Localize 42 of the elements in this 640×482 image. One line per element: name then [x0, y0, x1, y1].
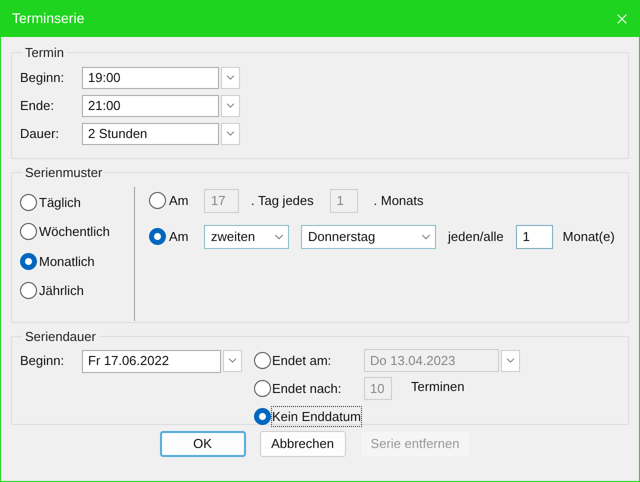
group-title: Serienmuster	[24, 164, 104, 182]
field-label: Ende:	[20, 96, 55, 115]
combo-box[interactable]: Donnerstag	[301, 224, 436, 248]
combo-field[interactable]: 19:00	[82, 66, 219, 88]
field-label: Beginn:	[20, 352, 66, 370]
combo-field[interactable]: 2 Stunden	[82, 122, 219, 144]
dialog-button[interactable]: OK	[160, 431, 246, 457]
combo-value: zweiten	[211, 228, 256, 246]
radio-button[interactable]	[149, 228, 166, 245]
field-label: Dauer:	[20, 124, 60, 143]
combo-field[interactable]: Fr 17.06.2022	[82, 350, 221, 372]
field-label: Beginn:	[20, 68, 66, 87]
radio-button[interactable]	[20, 282, 37, 300]
option-text: Terminen	[411, 378, 464, 396]
radio-button[interactable]	[254, 380, 271, 397]
option-text: . Monats	[374, 192, 424, 210]
option-text: Monat(e)	[562, 228, 615, 246]
combo-field[interactable]: 21:00	[82, 94, 219, 116]
radio-label[interactable]: Monatlich	[39, 252, 95, 271]
window-title: Terminserie	[12, 9, 84, 28]
combo-box[interactable]: zweiten	[204, 224, 289, 248]
number-field[interactable]: 1	[516, 224, 553, 248]
radio-button[interactable]	[20, 223, 37, 240]
radio-label[interactable]: Endet am:	[272, 350, 352, 370]
radio-label[interactable]: Jährlich	[39, 281, 84, 300]
dialog-button[interactable]: Abbrechen	[260, 431, 346, 457]
radio-label[interactable]: Täglich	[39, 192, 81, 212]
radio-button[interactable]	[20, 194, 37, 211]
radio-button[interactable]	[254, 408, 271, 425]
group-title: Termin	[24, 44, 66, 62]
radio-label[interactable]: Kein Enddatum	[272, 406, 361, 426]
option-text: . Tag jedes	[251, 192, 314, 210]
radio-label[interactable]: Am	[169, 190, 204, 210]
radio-label[interactable]: Am	[169, 226, 204, 246]
group-title: Seriendauer	[24, 328, 97, 346]
combo-value: Donnerstag	[308, 228, 376, 246]
radio-button[interactable]	[20, 252, 37, 270]
option-text: jeden/alle	[448, 228, 504, 246]
radio-label[interactable]: Wöchentlich	[39, 222, 110, 242]
radio-label[interactable]: Endet nach:	[272, 378, 352, 398]
radio-button[interactable]	[254, 352, 271, 369]
radio-button[interactable]	[149, 192, 166, 209]
